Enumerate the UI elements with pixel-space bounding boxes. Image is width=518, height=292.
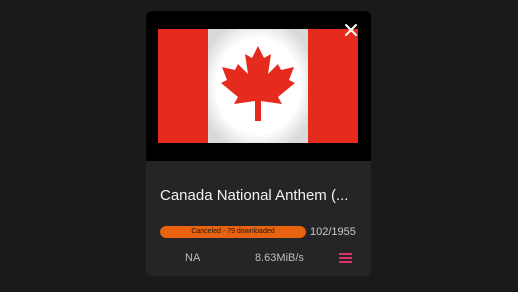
- card-footer: NA 8.63MiB/s: [146, 251, 371, 271]
- progress-row: Canceled - 79 downloaded 102/1955: [160, 225, 360, 239]
- progress-status-text: Canceled - 79 downloaded: [191, 228, 275, 235]
- video-title: Canada National Anthem (...: [160, 187, 349, 204]
- video-thumbnail: [146, 11, 371, 161]
- speed-value: 8.63MiB/s: [255, 252, 304, 264]
- download-card: Canada National Anthem (... Canceled - 7…: [146, 11, 371, 276]
- close-icon[interactable]: [344, 23, 358, 37]
- progress-bar: Canceled - 79 downloaded: [160, 226, 306, 238]
- eta-value: NA: [185, 252, 201, 264]
- menu-icon[interactable]: [338, 251, 353, 265]
- progress-count: 102/1955: [310, 226, 356, 238]
- canada-flag-image: [158, 29, 358, 143]
